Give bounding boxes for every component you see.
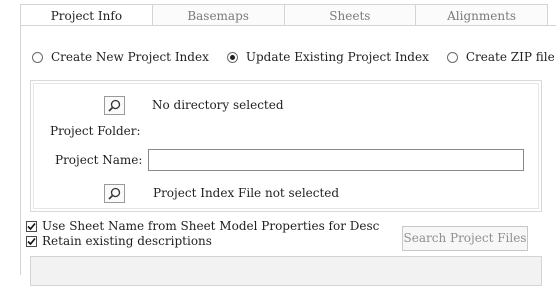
checkbox[interactable]: [26, 220, 37, 232]
browse-index-file-button[interactable]: [104, 184, 125, 203]
checkbox-retain-descriptions[interactable]: Retain existing descriptions: [26, 234, 212, 248]
index-file-status-text: Project Index File not selected: [153, 186, 340, 200]
search-project-files-button[interactable]: Search Project Files: [402, 226, 528, 251]
tab-strip: Project Info Basemaps Sheets Alignments: [20, 4, 548, 26]
checkmark-icon: [27, 237, 36, 245]
tab-sheets[interactable]: Sheets: [284, 4, 417, 26]
radio-label: Create ZIP file: [465, 50, 555, 64]
checkbox-use-sheet-name[interactable]: Use Sheet Name from Sheet Model Properti…: [26, 219, 379, 233]
status-field: [30, 256, 542, 286]
tab-basemaps[interactable]: Basemaps: [152, 4, 285, 26]
radio-button[interactable]: [446, 51, 458, 63]
browse-folder-button[interactable]: [104, 96, 125, 115]
checkmark-icon: [27, 222, 36, 230]
radio-label: Create New Project Index: [51, 50, 209, 64]
radio-button[interactable]: [226, 51, 238, 63]
tab-alignments[interactable]: Alignments: [416, 4, 548, 26]
magnifier-icon: [108, 99, 121, 112]
index-mode-radio-group: Create New Project Index Update Existing…: [32, 50, 555, 64]
radio-button[interactable]: [32, 51, 43, 63]
radio-update-existing-index[interactable]: Update Existing Project Index: [226, 50, 429, 64]
radio-create-new-index[interactable]: Create New Project Index: [32, 50, 209, 64]
project-name-input[interactable]: [148, 149, 524, 171]
radio-create-zip[interactable]: Create ZIP file: [446, 50, 555, 64]
project-folder-label: Project Folder:: [50, 124, 141, 138]
checkbox-label: Retain existing descriptions: [42, 234, 212, 248]
magnifier-icon: [108, 187, 121, 200]
tab-project-info[interactable]: Project Info: [20, 4, 153, 26]
checkbox-label: Use Sheet Name from Sheet Model Properti…: [42, 219, 380, 233]
radio-label: Update Existing Project Index: [245, 50, 429, 64]
checkbox[interactable]: [26, 235, 37, 247]
project-name-label: Project Name:: [55, 153, 143, 167]
directory-status-text: No directory selected: [152, 98, 284, 112]
